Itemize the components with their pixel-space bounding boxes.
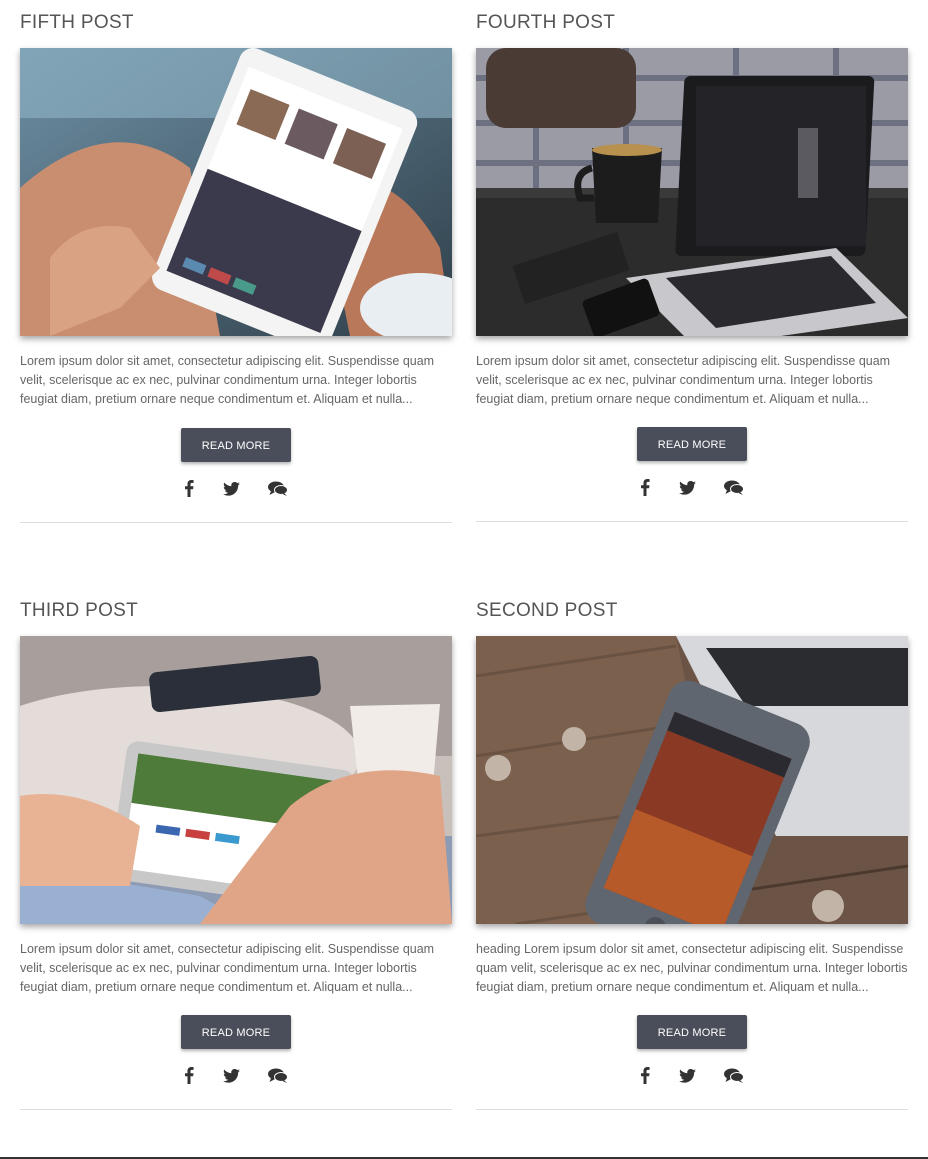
read-more-button[interactable]: READ MORE (181, 1015, 291, 1049)
post-divider (476, 521, 908, 522)
facebook-icon[interactable] (184, 1067, 194, 1089)
share-icons (476, 479, 908, 499)
twitter-icon[interactable] (678, 480, 696, 500)
post-divider (20, 1109, 452, 1110)
post-excerpt: Lorem ipsum dolor sit amet, consectetur … (20, 354, 435, 406)
share-icons (20, 480, 452, 500)
twitter-icon[interactable] (678, 1068, 696, 1088)
post-excerpt: Lorem ipsum dolor sit amet, consectetur … (476, 354, 891, 406)
post-title[interactable]: THIRD POST (20, 600, 452, 636)
post-divider (476, 1109, 908, 1110)
post-image[interactable] (476, 48, 908, 336)
read-more-button[interactable]: READ MORE (637, 1015, 747, 1049)
post-image[interactable] (476, 636, 908, 924)
post-title[interactable]: FOURTH POST (476, 12, 908, 48)
post-card-fourth: FOURTH POST Lorem ipsum dolor sit amet, … (476, 12, 908, 522)
post-image[interactable] (20, 48, 452, 336)
comments-icon[interactable] (267, 481, 288, 501)
post-image[interactable] (20, 636, 452, 924)
read-more-button[interactable]: READ MORE (637, 427, 747, 461)
post-card-second: SECOND POST heading Lorem ipsum dolor si… (476, 600, 908, 1110)
comments-icon[interactable] (723, 480, 744, 500)
comments-icon[interactable] (267, 1068, 288, 1088)
facebook-icon[interactable] (640, 1067, 650, 1089)
twitter-icon[interactable] (222, 1068, 240, 1088)
post-excerpt: Lorem ipsum dolor sit amet, consectetur … (20, 942, 435, 994)
facebook-icon[interactable] (184, 480, 194, 502)
share-icons (476, 1067, 908, 1087)
twitter-icon[interactable] (222, 481, 240, 501)
post-card-third: THIRD POST Lorem ipsum dolor sit amet, c… (20, 600, 452, 1110)
post-excerpt: heading Lorem ipsum dolor sit amet, cons… (476, 942, 908, 994)
read-more-button[interactable]: READ MORE (181, 428, 291, 462)
post-divider (20, 522, 452, 523)
facebook-icon[interactable] (640, 479, 650, 501)
post-title[interactable]: FIFTH POST (20, 12, 452, 48)
comments-icon[interactable] (723, 1068, 744, 1088)
share-icons (20, 1067, 452, 1087)
post-card-fifth: FIFTH POST Lorem ipsum dolor sit amet, c… (20, 12, 452, 523)
post-title[interactable]: SECOND POST (476, 600, 908, 636)
